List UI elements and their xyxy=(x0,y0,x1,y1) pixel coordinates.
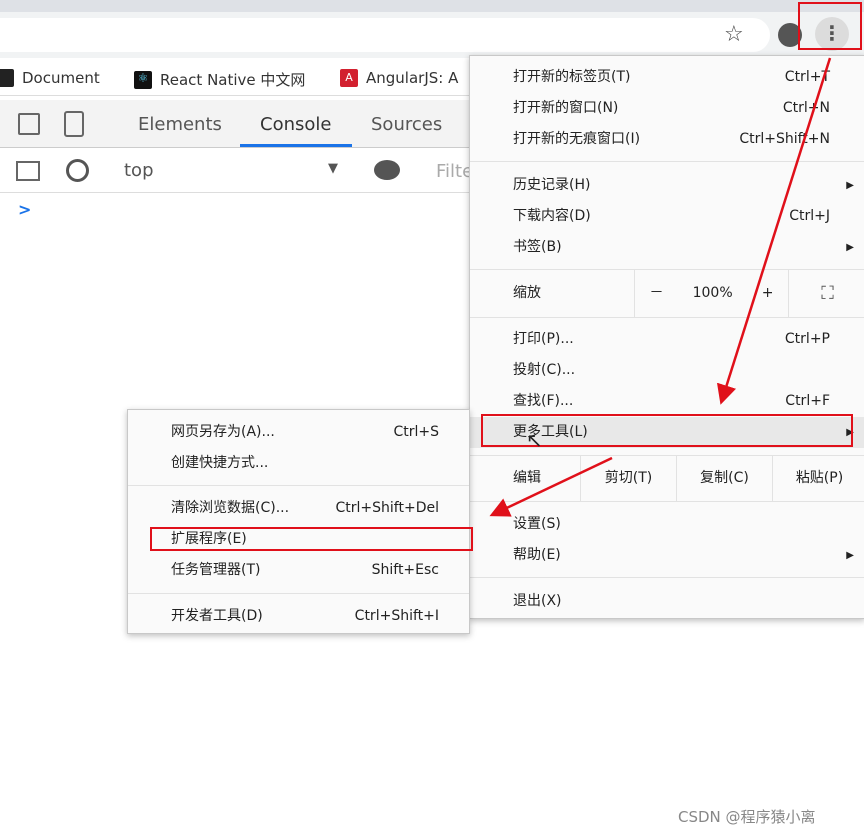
arrow-to-extensions xyxy=(489,456,613,517)
watermark: CSDN @程序猿小离 xyxy=(678,808,816,826)
arrow-to-more-tools xyxy=(716,57,832,405)
annotation-arrows xyxy=(489,57,832,517)
mouse-cursor-icon: ↖ xyxy=(526,428,543,452)
